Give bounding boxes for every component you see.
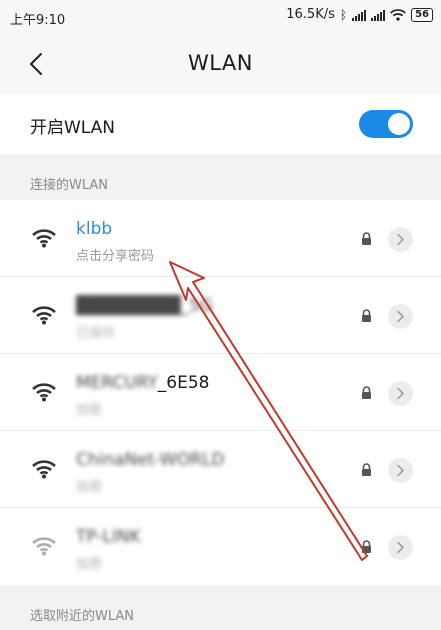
lock-icon	[362, 540, 371, 553]
network-status: 加密	[76, 403, 103, 418]
lock-icon	[362, 309, 371, 322]
chevron-right-icon	[397, 541, 405, 554]
cell-signal-icon	[352, 9, 367, 21]
network-name: ChinaNet-WORLD	[76, 450, 225, 470]
network-list: klbb 点击分享密码 ████████_5G 已保存 MERCURY_6E58…	[0, 200, 441, 585]
chevron-right-icon	[397, 233, 405, 246]
network-name: MERCURY_6E58	[76, 373, 210, 393]
wlan-toggle-row: 开启WLAN	[0, 94, 441, 154]
network-status: 点击分享密码	[76, 249, 155, 264]
lock-icon	[362, 386, 371, 399]
bluetooth-icon: ᛒ	[339, 7, 348, 22]
app-header: WLAN	[0, 34, 441, 94]
network-status: 加密	[76, 480, 103, 495]
network-status: 加密	[76, 557, 103, 572]
cell-signal-icon-2	[371, 9, 386, 21]
network-detail-button[interactable]	[388, 535, 413, 560]
switch-knob	[388, 113, 410, 135]
network-speed: 16.5K/s	[286, 7, 335, 22]
network-status: 已保存	[76, 326, 116, 341]
section-label-nearby: 选取附近的WLAN	[30, 605, 134, 624]
network-name-masked: MERCURY	[76, 373, 158, 393]
network-detail-button[interactable]	[388, 458, 413, 483]
wifi-weak-signal-icon	[32, 537, 56, 556]
chevron-right-icon	[397, 464, 405, 477]
status-bar: 上午9:10 16.5K/s ᛒ 56	[0, 0, 441, 34]
network-detail-button[interactable]	[388, 227, 413, 252]
page-title: WLAN	[187, 51, 254, 75]
network-name: klbb	[76, 219, 113, 239]
status-time: 上午9:10	[10, 13, 66, 28]
network-name: TP-LINK	[76, 527, 141, 547]
chevron-right-icon	[397, 387, 405, 400]
network-item[interactable]: MERCURY_6E58 加密	[0, 354, 441, 431]
chevron-right-icon	[397, 310, 405, 323]
wifi-signal-icon	[32, 306, 56, 325]
network-item[interactable]: TP-LINK 加密	[0, 508, 441, 585]
nearby-section: 选取附近的WLAN	[0, 593, 441, 630]
network-detail-button[interactable]	[388, 304, 413, 329]
lock-icon	[362, 463, 371, 476]
wifi-status-icon	[390, 8, 406, 21]
section-label-connected: 连接的WLAN	[30, 178, 109, 193]
network-detail-button[interactable]	[388, 381, 413, 406]
wlan-toggle-label: 开启WLAN	[30, 118, 116, 138]
wifi-signal-icon	[32, 229, 56, 248]
lock-icon	[362, 232, 371, 245]
wifi-signal-icon	[32, 460, 56, 479]
battery-icon: 56	[411, 7, 433, 22]
wlan-switch[interactable]	[359, 110, 413, 138]
network-name-suffix: _6E58	[157, 373, 210, 393]
network-name: ████████_5G	[76, 296, 214, 316]
wifi-signal-icon	[32, 383, 56, 402]
network-item[interactable]: ████████_5G 已保存	[0, 277, 441, 354]
network-item[interactable]: ChinaNet-WORLD 加密	[0, 431, 441, 508]
network-item-klbb[interactable]: klbb 点击分享密码	[0, 200, 441, 277]
status-indicators: 16.5K/s ᛒ 56	[286, 7, 433, 22]
section-label-nearby-text: 选取附近的WLAN	[30, 609, 135, 624]
